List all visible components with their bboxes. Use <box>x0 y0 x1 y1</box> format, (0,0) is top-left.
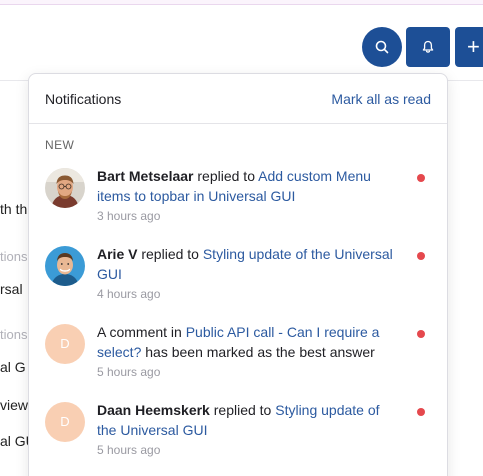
background-text: al G <box>0 359 26 375</box>
section-label-new: NEW <box>45 138 75 152</box>
avatar <box>45 246 85 286</box>
unread-dot <box>417 408 425 416</box>
background-text: tions <box>0 327 28 342</box>
notifications-button[interactable] <box>406 27 450 67</box>
mark-all-read-link[interactable]: Mark all as read <box>331 91 431 107</box>
user-photo-icon <box>45 246 85 286</box>
unread-dot <box>417 330 425 338</box>
user-photo-icon <box>45 168 85 208</box>
notification-text: Arie V replied to Styling update of the … <box>97 244 397 303</box>
background-text: th th <box>0 201 28 217</box>
notification-actor: Daan Heemskerk <box>97 402 210 418</box>
notification-text: Daan Heemskerk replied to Styling update… <box>97 400 397 459</box>
notification-time: 5 hours ago <box>97 443 161 457</box>
avatar-initial: D <box>45 324 85 364</box>
notification-text: Bart Metselaar replied to Add custom Men… <box>97 166 397 225</box>
notification-actor: Bart Metselaar <box>97 168 194 184</box>
avatar <box>45 168 85 208</box>
background-text: view <box>0 397 29 413</box>
top-header: + <box>0 5 483 81</box>
notification-item[interactable]: Bart Metselaar replied to Add custom Men… <box>29 166 447 240</box>
avatar-initial: D <box>45 402 85 442</box>
create-button[interactable]: + <box>455 27 483 67</box>
notification-prefix: A comment in <box>97 324 186 340</box>
notification-suffix: has been marked as the best answer <box>141 344 375 360</box>
notification-actor: Arie V <box>97 246 138 262</box>
unread-dot <box>417 252 425 260</box>
bell-icon <box>422 40 434 53</box>
search-button[interactable] <box>362 27 402 67</box>
background-text: tions <box>0 249 28 264</box>
notification-time: 4 hours ago <box>97 287 161 301</box>
notification-item[interactable]: Arie V replied to Styling update of the … <box>29 244 447 318</box>
notification-time: 3 hours ago <box>97 209 161 223</box>
background-text: rsal <box>0 281 23 297</box>
plus-icon: + <box>467 34 480 59</box>
notifications-title: Notifications <box>45 91 122 107</box>
search-icon <box>375 40 389 54</box>
page: + th th tions rsal tions al G view al GU… <box>0 0 483 476</box>
notification-verb: replied to <box>137 246 203 262</box>
unread-dot <box>417 174 425 182</box>
notification-item[interactable]: D Daan Heemskerk replied to Styling upda… <box>29 400 447 474</box>
notification-verb: replied to <box>209 402 276 418</box>
notification-text: A comment in Public API call - Can I req… <box>97 322 397 381</box>
notification-time: 5 hours ago <box>97 365 161 379</box>
notification-item[interactable]: D A comment in Public API call - Can I r… <box>29 322 447 396</box>
notifications-header: Notifications Mark all as read <box>29 74 447 124</box>
notification-verb: replied to <box>193 168 259 184</box>
notifications-panel: Notifications Mark all as read NEW Bart … <box>28 73 448 476</box>
